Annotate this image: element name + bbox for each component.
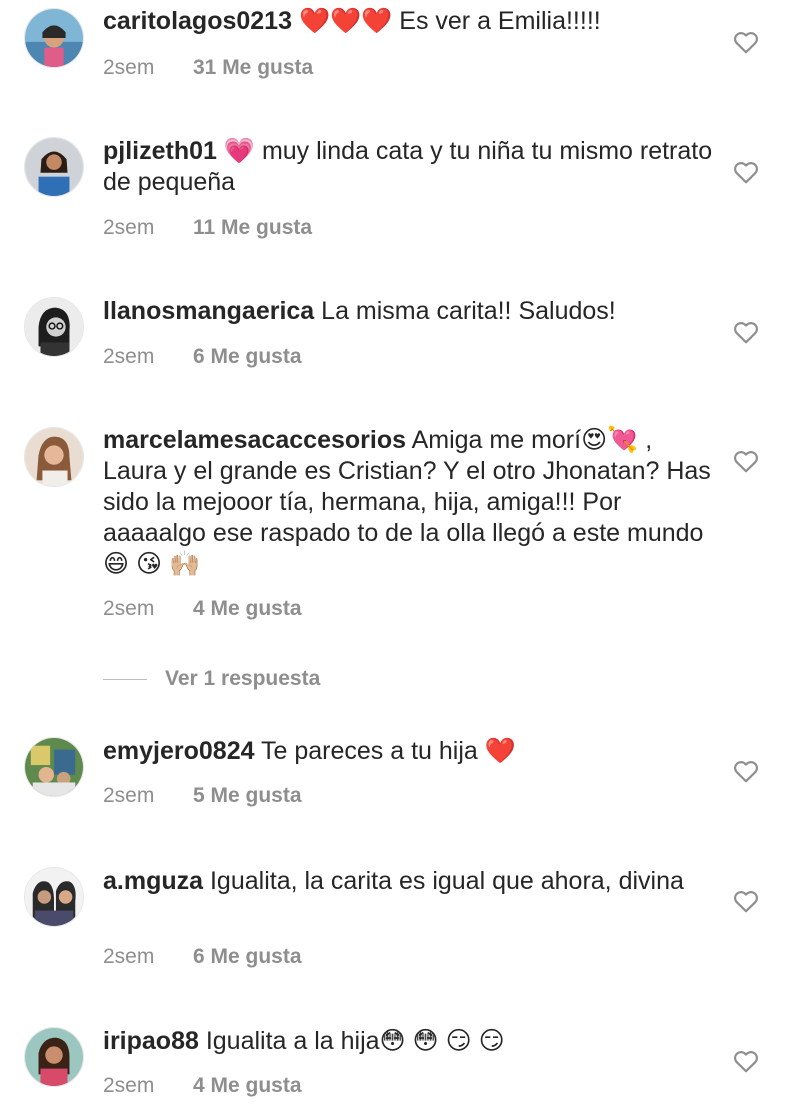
comment-meta: 2sem 4 Me gusta — [103, 596, 302, 622]
comment-body: llanosmangaerica La misma carita!! Salud… — [103, 296, 713, 327]
comment-meta: 2sem 6 Me gusta — [103, 344, 302, 370]
comment-likes[interactable]: 4 Me gusta — [193, 1074, 302, 1097]
comment-likes[interactable]: 6 Me gusta — [193, 945, 302, 968]
comment-username[interactable]: pjlizeth01 — [103, 137, 217, 165]
avatar[interactable] — [24, 137, 84, 197]
heart-outline-icon[interactable] — [733, 30, 759, 54]
comment-username[interactable]: caritolagos0213 — [103, 7, 292, 35]
comment-username[interactable]: a.mguza — [103, 867, 203, 895]
comment-body: pjlizeth01 💗 muy linda cata y tu niña tu… — [103, 136, 713, 198]
heart-outline-icon[interactable] — [733, 320, 759, 344]
comment-time: 2sem — [103, 945, 155, 968]
comment-text: Igualita, la carita es igual que ahora, … — [203, 867, 684, 895]
comment-meta: 2sem 4 Me gusta — [103, 1073, 302, 1099]
comment-username[interactable]: llanosmangaerica — [103, 297, 314, 325]
comment-time: 2sem — [103, 784, 155, 807]
comment-meta: 2sem 5 Me gusta — [103, 783, 302, 809]
view-replies-label[interactable]: Ver 1 respuesta — [165, 666, 320, 692]
comment-likes[interactable]: 11 Me gusta — [193, 216, 312, 239]
comment-likes[interactable]: 4 Me gusta — [193, 597, 302, 620]
heart-outline-icon[interactable] — [733, 160, 759, 184]
avatar[interactable] — [24, 867, 84, 927]
comment-username[interactable]: iripao88 — [103, 1027, 199, 1055]
comment-time: 2sem — [103, 345, 155, 368]
comment-text: La misma carita!! Saludos! — [314, 297, 616, 325]
comment-body: caritolagos0213 ❤️❤️❤️ Es ver a Emilia!!… — [103, 6, 713, 37]
comment-time: 2sem — [103, 597, 155, 620]
heart-outline-icon[interactable] — [733, 889, 759, 913]
comment-body: marcelamesacaccesorios Amiga me morí😍💘 ,… — [103, 425, 713, 580]
comment-body: emyjero0824 Te pareces a tu hija ❤️ — [103, 736, 713, 767]
comment-text: Te pareces a tu hija ❤️ — [254, 737, 516, 765]
comment-time: 2sem — [103, 1074, 155, 1097]
comment-meta: 2sem 6 Me gusta — [103, 944, 302, 970]
heart-outline-icon[interactable] — [733, 759, 759, 783]
comment-text: ❤️❤️❤️ Es ver a Emilia!!!!! — [292, 7, 601, 35]
comment-body: a.mguza Igualita, la carita es igual que… — [103, 866, 713, 897]
avatar[interactable] — [24, 427, 84, 487]
comment-likes[interactable]: 6 Me gusta — [193, 345, 302, 368]
comment-likes[interactable]: 5 Me gusta — [193, 784, 302, 807]
heart-outline-icon[interactable] — [733, 1049, 759, 1073]
comment-meta: 2sem 31 Me gusta — [103, 55, 313, 81]
comment-username[interactable]: emyjero0824 — [103, 737, 255, 765]
comment-time: 2sem — [103, 56, 155, 79]
comment-likes[interactable]: 31 Me gusta — [193, 56, 313, 79]
avatar[interactable] — [24, 297, 84, 357]
comment-meta: 2sem 11 Me gusta — [103, 215, 312, 241]
avatar[interactable] — [24, 8, 84, 68]
comment-time: 2sem — [103, 216, 155, 239]
avatar[interactable] — [24, 737, 84, 797]
reply-divider — [103, 679, 147, 680]
comment-username[interactable]: marcelamesacaccesorios — [103, 426, 406, 454]
avatar[interactable] — [24, 1027, 84, 1087]
comment-body: iripao88 Igualita a la hija😳 😳 😏 😏 — [103, 1026, 713, 1057]
heart-outline-icon[interactable] — [733, 449, 759, 473]
comment-text: Igualita a la hija😳 😳 😏 😏 — [198, 1027, 505, 1055]
